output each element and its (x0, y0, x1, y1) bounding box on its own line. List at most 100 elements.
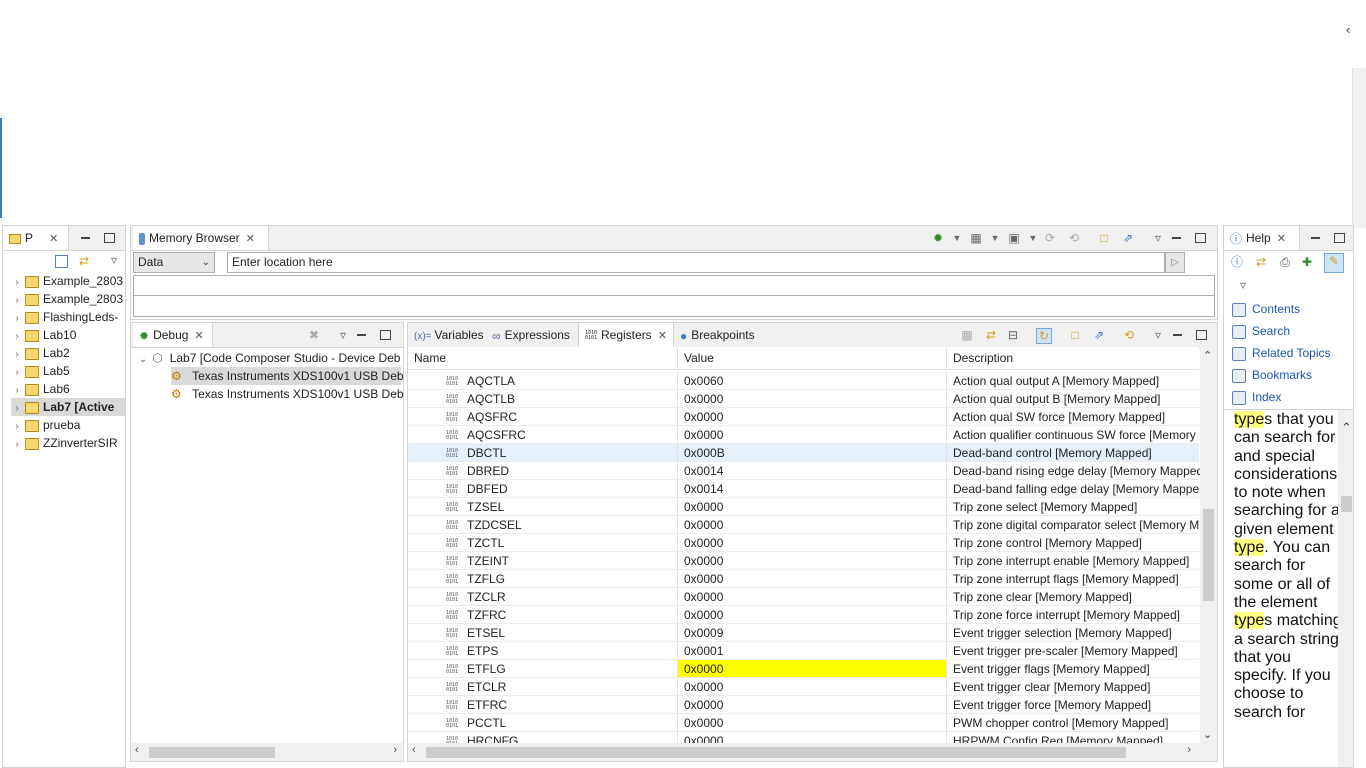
tab-breakpoints[interactable]: ● Breakpoints (674, 323, 770, 347)
dropdown-icon[interactable]: ▼ (1026, 231, 1040, 245)
outer-window-chevron-icon[interactable]: ‹ (1346, 22, 1358, 37)
register-value-cell[interactable]: 0x0000 (678, 534, 947, 551)
view-menu-icon[interactable]: ▿ (1236, 278, 1250, 292)
register-value-cell[interactable]: 0x0000 (678, 678, 947, 695)
register-value-cell[interactable]: 0x0000 (678, 660, 947, 677)
related-topics-link[interactable]: Related Topics (1232, 343, 1331, 363)
new-view-icon[interactable]: □ (1068, 328, 1082, 342)
register-row[interactable]: 1010 0101 AQCSFRC 0x0000 Action qualifier co… (408, 426, 1199, 444)
edit-group-icon[interactable]: ⇄ (984, 328, 998, 342)
register-value-cell[interactable]: 0x0000 (678, 390, 947, 407)
tab-debug[interactable]: ✹ Debug ✕ (133, 323, 213, 347)
refresh-icon[interactable]: ⟳ (1043, 231, 1057, 245)
project-item[interactable]: › Lab10 (11, 326, 76, 344)
maximize-icon[interactable] (380, 330, 391, 340)
scroll-right-icon[interactable]: › (393, 744, 397, 756)
scroll-down-icon[interactable]: ⌄ (1203, 728, 1212, 741)
debug-hscroll[interactable]: ‹ › (131, 743, 403, 761)
register-row[interactable]: 1010 0101 ETPS 0x0001 Event trigger pre-scal… (408, 642, 1199, 660)
register-row[interactable]: 1010 0101 ETFLG 0x0000 Event trigger flags [… (408, 660, 1199, 678)
register-value-cell[interactable]: 0x0000 (678, 552, 947, 569)
register-value-cell[interactable]: 0x0000 (678, 570, 947, 587)
close-icon[interactable]: ✕ (49, 233, 58, 245)
location-input[interactable]: Enter location here (227, 252, 1165, 273)
chevron-right-icon[interactable]: › (11, 436, 23, 454)
go-button[interactable]: ▷ (1165, 252, 1185, 273)
scroll-left-icon[interactable]: ‹ (135, 744, 139, 756)
scroll-left-icon[interactable]: ‹ (412, 744, 416, 756)
register-row[interactable]: 1010 0101 TZCLR 0x0000 Trip zone clear [Memo… (408, 588, 1199, 606)
dropdown-icon[interactable]: ▼ (950, 231, 964, 245)
highlight-icon[interactable]: ✎ (1324, 253, 1344, 273)
register-value-cell[interactable]: 0x0014 (678, 462, 947, 479)
chip-icon[interactable]: ▣ (1007, 231, 1021, 245)
register-row[interactable]: 1010 0101 ETCLR 0x0000 Event trigger clear [… (408, 678, 1199, 696)
chevron-down-icon[interactable]: ⌄ (137, 351, 149, 369)
register-value-cell[interactable]: 0x0000 (678, 606, 947, 623)
memory-page-combo[interactable]: Data ⌄ (133, 252, 215, 273)
collapse-all-icon[interactable] (55, 255, 68, 268)
sync-icon[interactable]: ⟲ (1067, 231, 1081, 245)
remove-all-terminated-icon[interactable]: ✖ (307, 328, 321, 342)
register-row[interactable]: 1010 0101 DBCTL 0x000B Dead-band control [Me… (408, 444, 1199, 462)
project-item[interactable]: › FlashingLeds- (11, 308, 118, 326)
new-group-icon[interactable]: ▦ (960, 328, 974, 342)
register-row[interactable]: 10100101HRCNFG0x0000 HRPWM Config Reg [Me… (408, 732, 1199, 743)
project-item[interactable]: › ZZinverterSIR (11, 434, 117, 454)
project-item[interactable]: › Example_2803 (11, 290, 123, 308)
register-row[interactable]: 1010 0101 PCCTL 0x0000 PWM chopper control [… (408, 714, 1199, 732)
register-row[interactable]: 1010 0101 DBRED 0x0014 Dead-band rising edge… (408, 462, 1201, 480)
column-header-name[interactable]: Name (408, 347, 678, 369)
register-value-cell[interactable]: 0x0000 (678, 588, 947, 605)
register-value-cell[interactable]: 0x0000 (678, 498, 947, 515)
register-value-cell[interactable]: 0x0000 (678, 732, 947, 743)
minimize-icon[interactable] (1311, 232, 1320, 239)
index-link[interactable]: Index (1232, 387, 1281, 407)
contents-link[interactable]: Contents (1232, 299, 1300, 319)
tab-variables[interactable]: (x)= Variables (408, 323, 486, 347)
register-value-cell[interactable]: 0x0001 (678, 642, 947, 659)
maximize-icon[interactable] (1334, 233, 1345, 243)
memory-save-icon[interactable]: ▦ (969, 231, 983, 245)
pin-icon[interactable]: ⇗ (1092, 328, 1106, 342)
minimize-icon[interactable] (81, 232, 90, 239)
scroll-right-icon[interactable]: › (1187, 744, 1191, 756)
project-item[interactable]: › Example_2803 (11, 272, 123, 290)
search-link[interactable]: Search (1232, 321, 1290, 341)
register-row[interactable]: 1010 0101 AQCTLB 0x0000 Action qual output B… (408, 390, 1199, 408)
tab-registers[interactable]: 1010 0101 Registers ✕ (578, 323, 674, 347)
register-value-cell[interactable]: 0x0000 (678, 714, 947, 731)
register-row[interactable]: 1010 0101 ETSEL 0x0009 Event trigger selecti… (408, 624, 1199, 642)
register-row[interactable]: 1010 0101 TZDCSEL 0x0000 Trip zone digital c… (408, 516, 1199, 534)
collapse-all-icon[interactable]: ⊟ (1006, 328, 1020, 342)
project-item[interactable]: › Lab2 (11, 344, 69, 362)
help-sync-icon[interactable]: ⇄ (1254, 255, 1268, 269)
debug-target-row[interactable]: ⚙ Texas Instruments XDS100v1 USB Debug (171, 385, 403, 403)
help-vscroll[interactable]: ⌃ (1338, 410, 1353, 767)
register-value-cell[interactable]: 0x0000 (678, 426, 947, 443)
register-value-cell[interactable]: 0x0000 (678, 696, 947, 713)
maximize-icon[interactable] (1196, 330, 1207, 340)
help-home-icon[interactable]: ⓘ (1230, 255, 1244, 269)
debug-session-row[interactable]: ⌄ ⬡ Lab7 [Code Composer Studio - Device … (137, 349, 401, 369)
view-menu-icon[interactable]: ▿ (1151, 328, 1165, 342)
tab-project-explorer[interactable]: P ✕ (3, 226, 69, 250)
tab-memory-browser[interactable]: Memory Browser ✕ (133, 226, 269, 250)
dropdown-icon[interactable]: ▼ (988, 231, 1002, 245)
column-header-value[interactable]: Value (678, 347, 947, 369)
project-item[interactable]: › Lab7 [Active (11, 398, 125, 416)
register-row[interactable]: 1010 0101 AQCTLA 0x0060 Action qual output A… (408, 372, 1199, 390)
registers-hscroll[interactable]: ‹ › (408, 743, 1217, 761)
column-header-description[interactable]: Description (947, 347, 1207, 369)
new-memory-rendering-icon[interactable]: ✹ (931, 231, 945, 245)
add-bookmark-icon[interactable]: ✚ (1300, 255, 1314, 269)
register-value-cell[interactable]: 0x0009 (678, 624, 947, 641)
link-with-editor-icon[interactable]: ⇄ (77, 254, 91, 268)
view-menu-icon[interactable]: ▿ (1151, 231, 1165, 245)
project-item[interactable]: › prueba (11, 416, 80, 434)
scroll-thumb[interactable] (426, 747, 1126, 758)
bookmarks-link[interactable]: Bookmarks (1232, 365, 1312, 385)
view-menu-icon[interactable]: ▿ (107, 253, 121, 267)
close-icon[interactable]: ✕ (658, 330, 667, 342)
project-item[interactable]: › Lab5 (11, 362, 69, 380)
